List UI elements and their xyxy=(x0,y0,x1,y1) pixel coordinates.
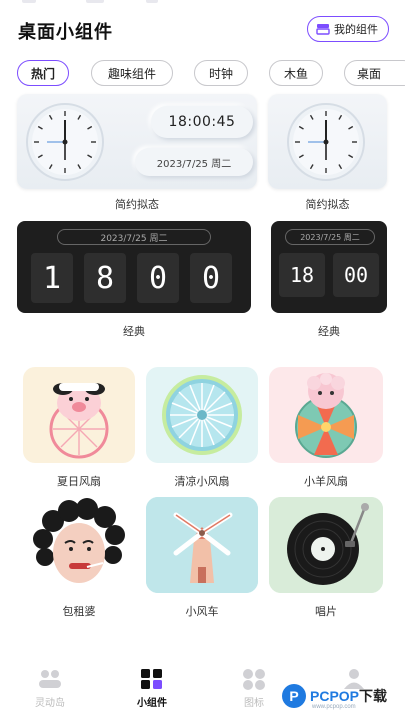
widget-label-sheep-fan: 小羊风扇 xyxy=(304,475,348,488)
tab-hot[interactable]: 热门 xyxy=(17,60,69,86)
windmill-icon xyxy=(146,497,258,593)
tab-wooden-fish[interactable]: 木鱼 xyxy=(269,60,323,86)
flip-clock-widget-small[interactable]: 2023/7/25 周二 18 00 xyxy=(271,221,387,313)
widget-tile-sheep-fan[interactable] xyxy=(269,367,383,463)
widget-label-flip-small: 经典 xyxy=(318,325,340,338)
watermark-url: www.pcpop.com xyxy=(312,704,356,710)
nav-label: 图标 xyxy=(244,698,264,709)
flip-digit: 0 xyxy=(190,253,232,303)
landlady-icon xyxy=(33,498,125,583)
flip-date: 2023/7/25 周二 xyxy=(57,229,211,245)
widget-label-vinyl: 唱片 xyxy=(315,605,337,618)
analog-clock-icon xyxy=(287,103,365,181)
header: 桌面小组件 我的组件 xyxy=(0,14,405,48)
category-tabs: 热门 趣味组件 时钟 木鱼 桌面 xyxy=(0,60,405,86)
tab-fun-widgets[interactable]: 趣味组件 xyxy=(91,60,173,86)
date-display: 2023/7/25 周二 xyxy=(135,148,253,176)
analog-clock-icon xyxy=(26,103,104,181)
widget-label-cool-fan: 清凉小风扇 xyxy=(174,475,230,488)
tab-desktop[interactable]: 桌面 xyxy=(344,60,405,86)
island-icon xyxy=(39,670,61,688)
digital-time: 18:00:45 xyxy=(151,106,253,138)
widget-label-summer-fan: 夏日风扇 xyxy=(57,475,101,488)
nav-label: 小组件 xyxy=(137,698,167,709)
widget-label-landlady: 包租婆 xyxy=(62,605,96,618)
flip-clock-widget-large[interactable]: 2023/7/25 周二 1 8 0 0 xyxy=(17,221,251,313)
my-widgets-label: 我的组件 xyxy=(334,23,378,36)
widget-tile-windmill[interactable] xyxy=(146,497,258,593)
flip-digit: 18 xyxy=(279,253,325,297)
icons-icon xyxy=(243,669,265,690)
widgets-icon xyxy=(141,669,162,689)
flip-digit: 0 xyxy=(137,253,179,303)
vinyl-record-icon xyxy=(269,497,383,593)
nav-item-dynamic-island[interactable]: 灵动岛 xyxy=(20,668,80,709)
widget-label-flip-large: 经典 xyxy=(123,325,145,338)
pig-fan-icon xyxy=(49,383,109,459)
widget-label-neumorphic-small: 简约拟态 xyxy=(305,198,350,211)
sheep-fan-icon xyxy=(295,373,357,458)
tab-clock[interactable]: 时钟 xyxy=(194,60,248,86)
flip-digit: 8 xyxy=(84,253,126,303)
flip-digit: 1 xyxy=(31,253,73,303)
page-title: 桌面小组件 xyxy=(18,22,113,43)
flip-date: 2023/7/25 周二 xyxy=(285,229,375,245)
watermark-logo: P xyxy=(282,684,306,708)
widget-tile-cool-fan[interactable] xyxy=(146,367,258,463)
nav-item-widgets[interactable]: 小组件 xyxy=(122,668,182,709)
neumorphic-clock-widget-large[interactable]: 18:00:45 2023/7/25 周二 xyxy=(17,94,257,189)
neumorphic-clock-widget-small[interactable] xyxy=(268,94,387,189)
nav-label: 灵动岛 xyxy=(35,698,65,709)
widget-label-neumorphic-large: 简约拟态 xyxy=(115,198,159,211)
widget-tile-vinyl[interactable] xyxy=(269,497,383,593)
blue-fan-icon xyxy=(162,375,242,455)
status-bar xyxy=(0,0,405,8)
widget-tile-landlady[interactable] xyxy=(23,497,135,593)
widget-label-windmill: 小风车 xyxy=(185,605,219,618)
flip-digit: 00 xyxy=(333,253,379,297)
nav-item-icons[interactable]: 图标 xyxy=(224,668,284,709)
watermark-text: PCPOP下载 xyxy=(310,688,388,704)
my-widgets-button[interactable]: 我的组件 xyxy=(307,16,389,42)
widget-tile-summer-fan[interactable] xyxy=(23,367,135,463)
widget-box-icon xyxy=(316,24,330,35)
